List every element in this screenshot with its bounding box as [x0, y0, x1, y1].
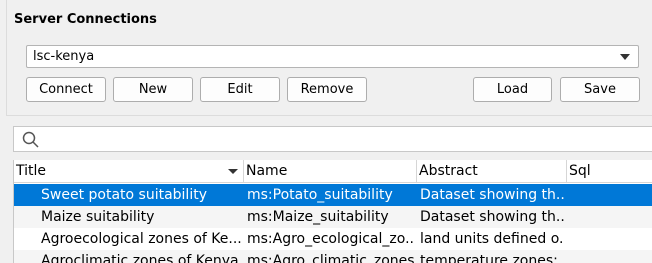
- edit-label: Edit: [227, 82, 253, 97]
- chevron-down-icon[interactable]: [620, 54, 630, 60]
- cell-name: ms:Agro_climatic_zones: [247, 253, 415, 263]
- sort-down-icon: [228, 169, 238, 174]
- cell-sql: [570, 228, 650, 250]
- column-header-name[interactable]: Name: [244, 160, 417, 182]
- save-label: Save: [584, 82, 616, 97]
- cell-title: Agroecological zones of Ke...: [41, 231, 241, 247]
- remove-button[interactable]: Remove: [287, 77, 367, 102]
- column-header-sql[interactable]: Sql: [567, 160, 652, 182]
- cell-sql: [570, 206, 650, 228]
- cell-title: Agroclimatic zones of Kenya: [41, 253, 239, 263]
- cell-abstract: Dataset showing th...: [420, 187, 565, 203]
- cell-sql: [570, 184, 650, 206]
- table-header: Title Name Abstract Sql: [14, 160, 652, 183]
- edit-button[interactable]: Edit: [200, 77, 280, 102]
- search-icon: [22, 131, 39, 148]
- table-row[interactable]: Agroclimatic zones of Kenya ms:Agro_clim…: [14, 250, 652, 263]
- load-button[interactable]: Load: [473, 77, 552, 102]
- connection-value: lsc-kenya: [33, 49, 95, 64]
- connection-combobox[interactable]: lsc-kenya: [26, 45, 639, 68]
- cell-abstract: temperature zones;: [420, 253, 558, 263]
- table-row[interactable]: Sweet potato suitability ms:Potato_suita…: [14, 184, 652, 206]
- save-button[interactable]: Save: [560, 77, 640, 102]
- column-header-label: Abstract: [419, 163, 478, 179]
- cell-name: ms:Potato_suitability: [247, 187, 393, 203]
- column-header-label: Title: [16, 163, 47, 179]
- column-header-abstract[interactable]: Abstract: [417, 160, 567, 182]
- column-header-label: Sql: [569, 163, 591, 179]
- remove-label: Remove: [300, 82, 354, 97]
- group-title: Server Connections: [14, 12, 157, 27]
- connect-label: Connect: [39, 82, 93, 97]
- cell-name: ms:Agro_ecological_zo...: [247, 231, 415, 247]
- cell-title: Maize suitability: [41, 209, 155, 225]
- column-header-title[interactable]: Title: [14, 160, 244, 182]
- load-label: Load: [496, 82, 529, 97]
- search-input[interactable]: [13, 126, 652, 152]
- cell-abstract: land units defined o...: [420, 231, 565, 247]
- cell-name: ms:Maize_suitability: [247, 209, 389, 225]
- cell-abstract: Dataset showing th...: [420, 209, 565, 225]
- cell-title: Sweet potato suitability: [41, 187, 207, 203]
- layers-table[interactable]: Title Name Abstract Sql Sweet potato sui…: [13, 160, 652, 263]
- new-button[interactable]: New: [113, 77, 193, 102]
- column-header-label: Name: [246, 163, 288, 179]
- new-label: New: [138, 82, 168, 97]
- table-row[interactable]: Maize suitability ms:Maize_suitability D…: [14, 206, 652, 228]
- table-row[interactable]: Agroecological zones of Ke... ms:Agro_ec…: [14, 228, 652, 250]
- cell-sql: [570, 250, 650, 263]
- connect-button[interactable]: Connect: [26, 77, 106, 102]
